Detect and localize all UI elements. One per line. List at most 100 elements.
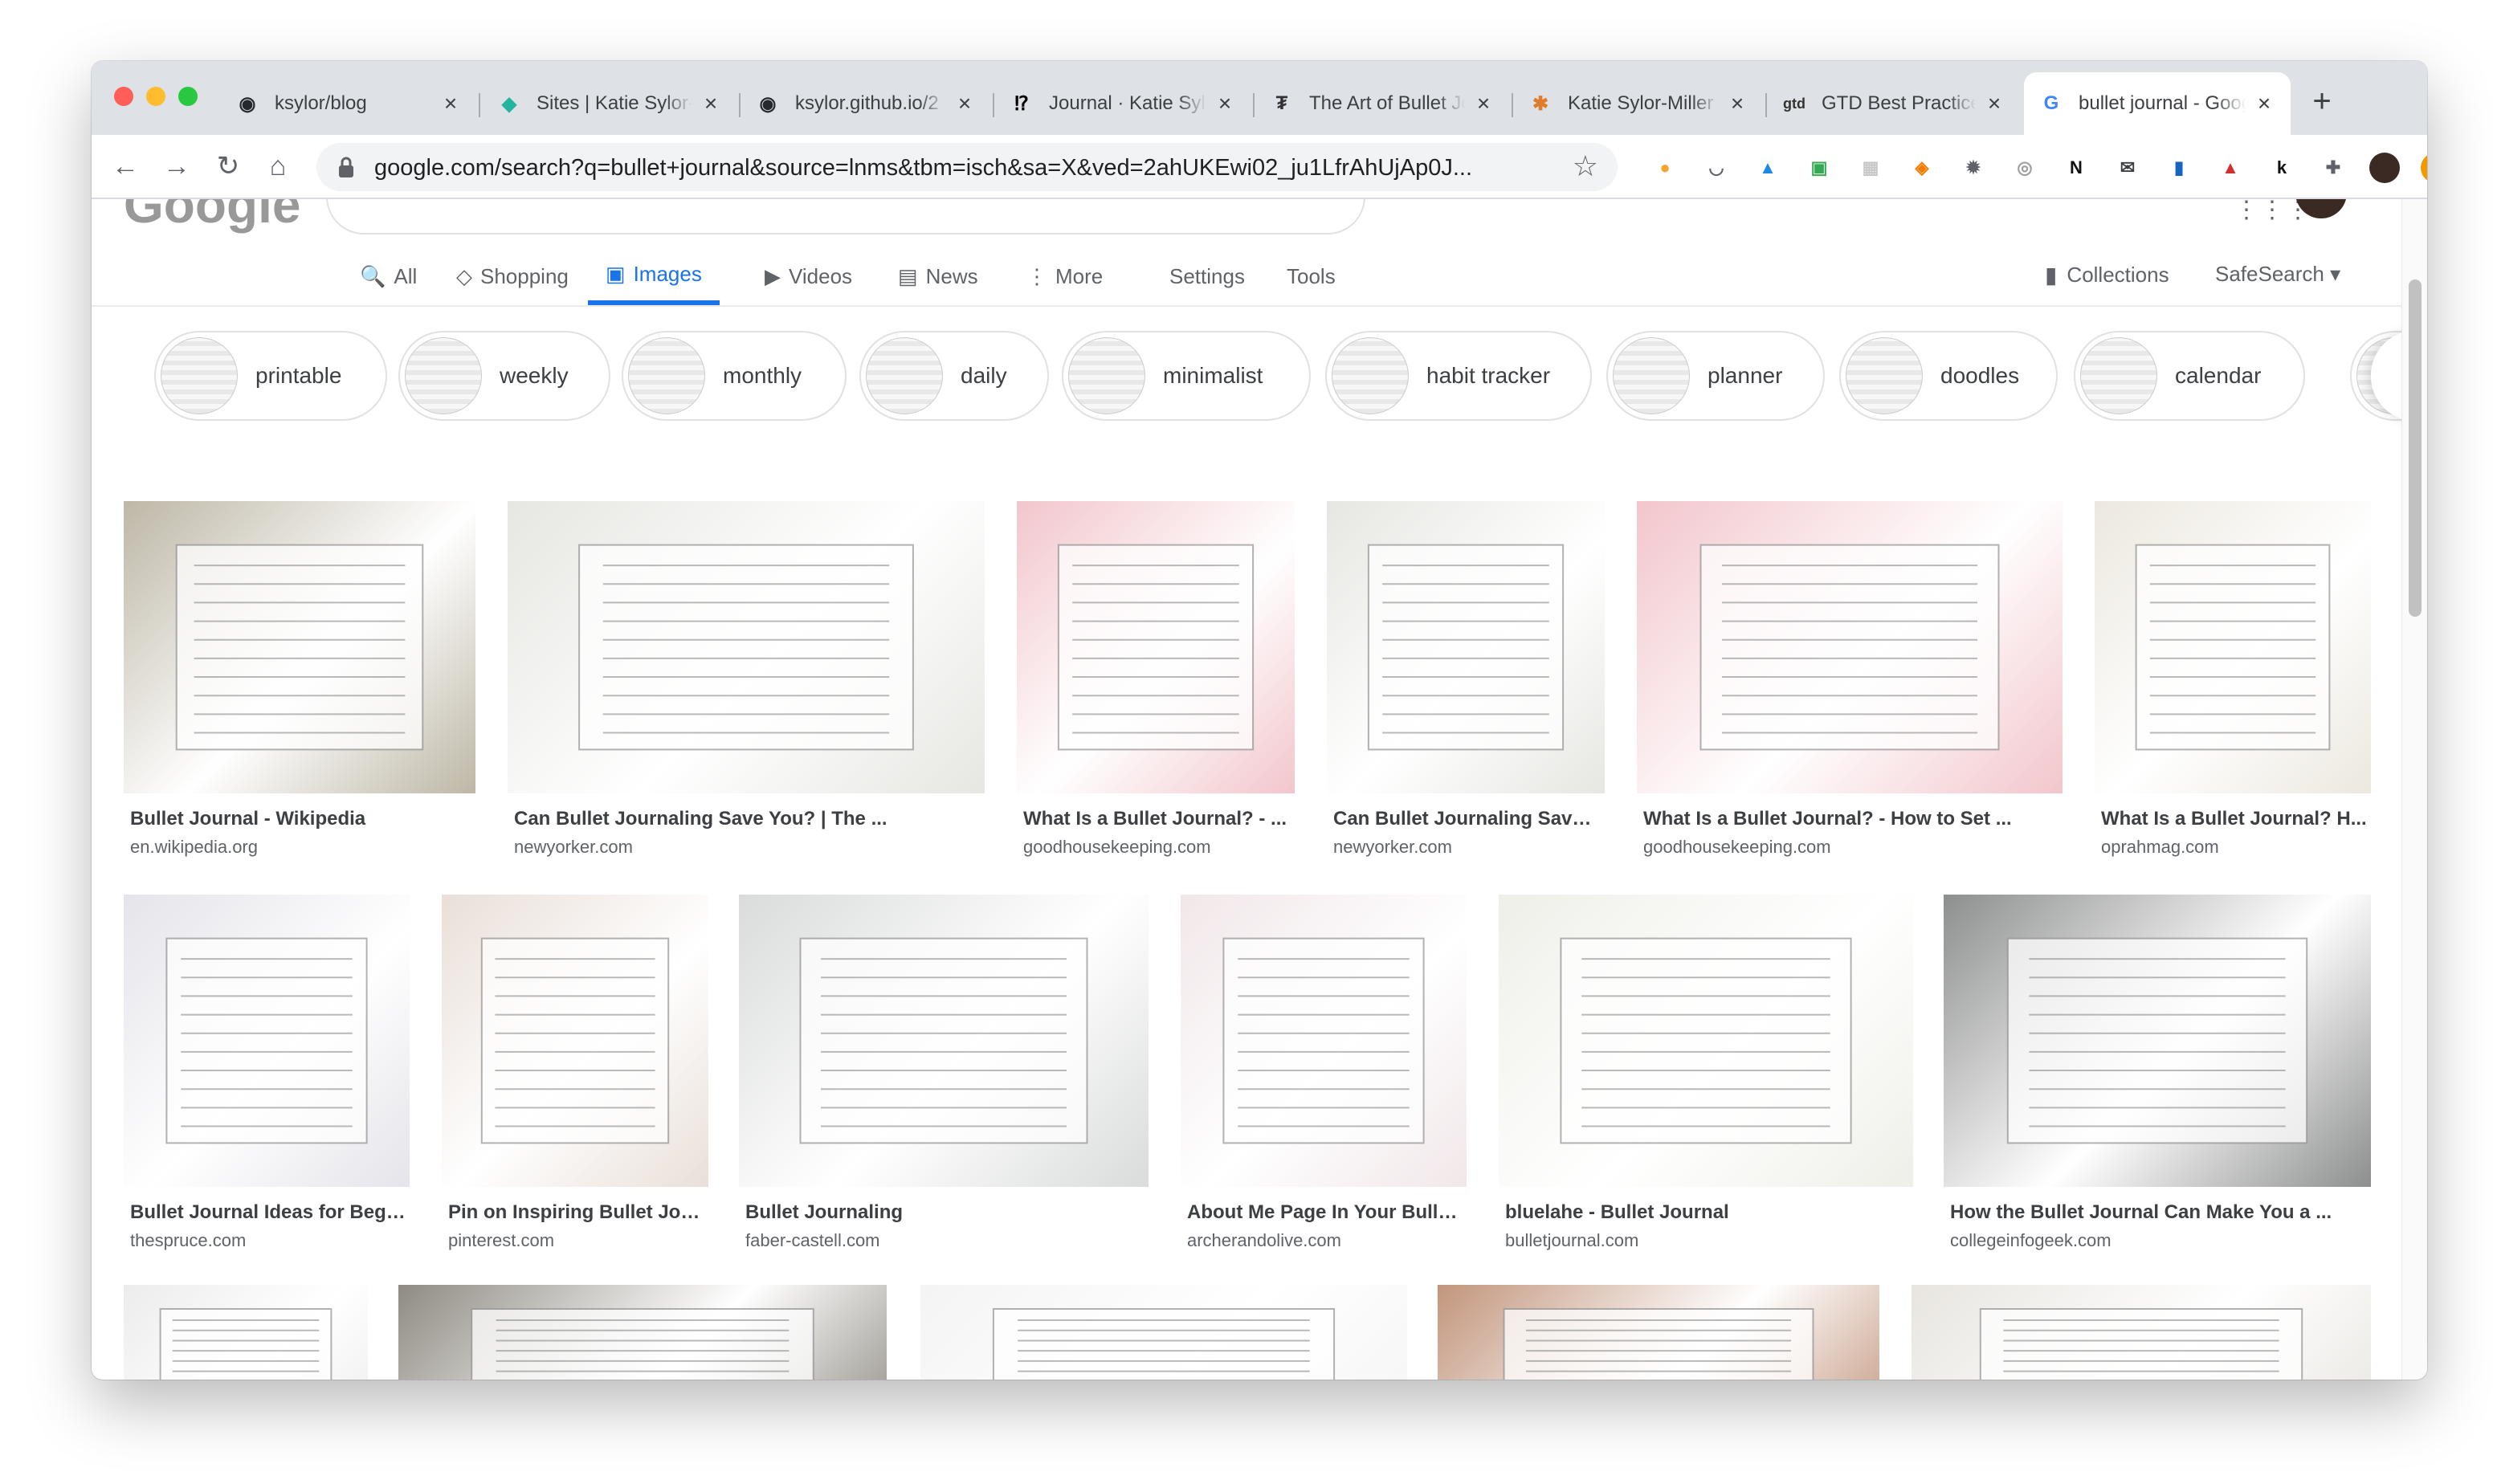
result-source[interactable]: goodhousekeeping.com <box>1023 837 1211 858</box>
tab-close-icon[interactable]: × <box>953 91 977 116</box>
image-result[interactable]: Can Bullet Journaling Save You? | The ..… <box>508 501 985 874</box>
result-thumbnail[interactable] <box>2095 501 2371 793</box>
result-thumbnail[interactable] <box>124 895 410 1187</box>
image-result[interactable]: Pin on Inspiring Bullet Jou... pinterest.… <box>442 895 708 1267</box>
chip-minimalist[interactable]: minimalist <box>1062 331 1311 421</box>
result-title[interactable]: About Me Page In Your Bulle... <box>1187 1201 1463 1224</box>
result-title[interactable]: How the Bullet Journal Can Make You a ..… <box>1950 1201 2368 1224</box>
result-source[interactable]: newyorker.com <box>514 837 633 858</box>
browser-tab[interactable]: Gbullet journal - Google Search × <box>2024 72 2291 135</box>
extension-pocket-icon[interactable]: ◡ <box>1701 153 1732 183</box>
chip-daily[interactable]: daily <box>859 331 1049 421</box>
result-source[interactable]: goodhousekeeping.com <box>1643 837 1831 858</box>
image-result[interactable] <box>920 1285 1407 1380</box>
tab-close-icon[interactable]: × <box>439 91 463 116</box>
browser-tab[interactable]: ◉ ksylor/blog × <box>220 72 477 135</box>
image-result[interactable]: What Is a Bullet Journal? H... oprahmag.c… <box>2095 501 2371 874</box>
chip-weekly[interactable]: weekly <box>398 331 610 421</box>
extension-mail-icon[interactable]: ✉ <box>2112 153 2143 183</box>
result-title[interactable]: Bullet Journal Ideas for Begi... <box>130 1201 406 1224</box>
extension-drive-icon[interactable]: ▲ <box>1752 153 1783 183</box>
browser-tab[interactable]: ◆ Sites | Katie Sylor-Miller × <box>482 72 737 135</box>
result-title[interactable]: Can Bullet Journaling Save ... <box>1333 808 1601 830</box>
tab-all[interactable]: 🔍 All <box>360 247 417 305</box>
result-thumbnail[interactable] <box>508 501 985 793</box>
result-thumbnail[interactable] <box>124 1285 368 1380</box>
result-title[interactable]: Bullet Journal - Wikipedia <box>130 808 472 830</box>
result-thumbnail[interactable] <box>1327 501 1605 793</box>
home-button[interactable]: ⌂ <box>257 146 299 188</box>
tab-videos[interactable]: ▶ Videos <box>765 247 852 305</box>
result-thumbnail[interactable] <box>1181 895 1467 1187</box>
extension-chrome-icon[interactable]: ● <box>1650 153 1680 183</box>
result-title[interactable]: Bullet Journaling <box>745 1201 1145 1224</box>
forward-button[interactable]: → <box>156 146 198 188</box>
result-thumbnail[interactable] <box>124 501 475 793</box>
browser-tab[interactable]: ◉ ksylor.github.io/2 × <box>741 72 991 135</box>
address-bar[interactable]: google.com/search?q=bullet+journal&sourc… <box>316 143 1618 191</box>
chip-printable[interactable]: printable <box>154 331 387 421</box>
close-window-button[interactable] <box>114 87 133 106</box>
extension-notion-icon[interactable]: N <box>2061 153 2091 183</box>
collections-link[interactable]: ▮ Collections <box>2045 262 2169 288</box>
tools-link[interactable]: Tools <box>1287 247 1336 305</box>
result-source[interactable]: thespruce.com <box>130 1230 246 1251</box>
profile-avatar-icon[interactable]: ● <box>2369 153 2400 183</box>
safesearch-dropdown[interactable]: SafeSearch ▾ <box>2215 262 2340 287</box>
result-thumbnail[interactable] <box>1017 501 1295 793</box>
result-title[interactable]: Pin on Inspiring Bullet Jou... <box>448 1201 705 1224</box>
result-thumbnail[interactable] <box>1499 895 1913 1187</box>
result-title[interactable]: bluelahe - Bullet Journal <box>1505 1201 1910 1224</box>
image-result[interactable]: What Is a Bullet Journal? - ... goodhouse… <box>1017 501 1295 874</box>
tab-close-icon[interactable]: × <box>1725 91 1749 116</box>
browser-tab[interactable]: gtd GTD Best Practices × <box>1767 72 2021 135</box>
result-thumbnail[interactable] <box>1637 501 2063 793</box>
image-result[interactable]: What Is a Bullet Journal? - How to Set .… <box>1637 501 2063 874</box>
url-text[interactable]: google.com/search?q=bullet+journal&sourc… <box>374 155 1515 181</box>
browser-tab[interactable]: ₮ The Art of Bullet Journaling × <box>1255 72 1510 135</box>
tab-close-icon[interactable]: × <box>1471 91 1495 116</box>
extension-k-icon[interactable]: k <box>2267 153 2297 183</box>
update-icon[interactable]: ↑ <box>2421 153 2427 183</box>
google-logo[interactable]: Google <box>124 199 300 234</box>
page-scrollbar[interactable] <box>2401 199 2427 1380</box>
bookmark-star-icon[interactable]: ☆ <box>1573 149 1598 183</box>
result-source[interactable]: oprahmag.com <box>2101 837 2219 858</box>
result-thumbnail[interactable] <box>1944 895 2371 1187</box>
tab-close-icon[interactable]: × <box>2252 91 2276 116</box>
chip-planner[interactable]: planner <box>1606 331 1825 421</box>
result-source[interactable]: archerandolive.com <box>1187 1230 1341 1251</box>
image-result[interactable]: bluelahe - Bullet Journal bulletjournal.c… <box>1499 895 1913 1267</box>
tab-shopping[interactable]: ◇ Shopping <box>456 247 569 305</box>
extension-bars-icon[interactable]: ▮ <box>2164 153 2194 183</box>
chip-calendar[interactable]: calendar <box>2074 331 2305 421</box>
image-result[interactable]: Bullet Journal - Wikipedia en.wikipedia.o… <box>124 501 475 874</box>
extension-puzzle-icon[interactable]: ✚ <box>2318 153 2348 183</box>
image-result[interactable]: About Me Page In Your Bulle... archerando… <box>1181 895 1467 1267</box>
result-title[interactable]: What Is a Bullet Journal? - ... <box>1023 808 1291 830</box>
minimize-window-button[interactable] <box>146 87 165 106</box>
extension-green-icon[interactable]: ▣ <box>1804 153 1834 183</box>
extension-orange-icon[interactable]: ◈ <box>1907 153 1937 183</box>
result-source[interactable]: newyorker.com <box>1333 837 1452 858</box>
chip-habit-tracker[interactable]: habit tracker <box>1325 331 1592 421</box>
result-source[interactable]: bulletjournal.com <box>1505 1230 1638 1251</box>
image-result[interactable]: Can Bullet Journaling Save ... newyorker.… <box>1327 501 1605 874</box>
zoom-window-button[interactable] <box>178 87 198 106</box>
chip-doodles[interactable]: doodles <box>1839 331 2058 421</box>
extension-circle-icon[interactable]: ◎ <box>2009 153 2040 183</box>
image-result[interactable]: Bullet Journaling faber-castell.com <box>739 895 1149 1267</box>
image-result[interactable] <box>1438 1285 1879 1380</box>
tab-news[interactable]: ▤ News <box>898 247 978 305</box>
tab-more[interactable]: ⋮ More <box>1026 247 1103 305</box>
result-thumbnail[interactable] <box>442 895 708 1187</box>
result-thumbnail[interactable] <box>920 1285 1407 1380</box>
result-source[interactable]: pinterest.com <box>448 1230 554 1251</box>
search-input[interactable] <box>326 199 1365 234</box>
settings-link[interactable]: Settings <box>1169 247 1245 305</box>
new-tab-button[interactable]: + <box>2302 82 2342 122</box>
image-result[interactable]: Bullet Journal Ideas for Begi... thespruc… <box>124 895 410 1267</box>
result-title[interactable]: Can Bullet Journaling Save You? | The ..… <box>514 808 981 830</box>
browser-tab[interactable]: ✱ Katie Sylor-Miller × <box>1513 72 1764 135</box>
image-result[interactable] <box>398 1285 887 1380</box>
